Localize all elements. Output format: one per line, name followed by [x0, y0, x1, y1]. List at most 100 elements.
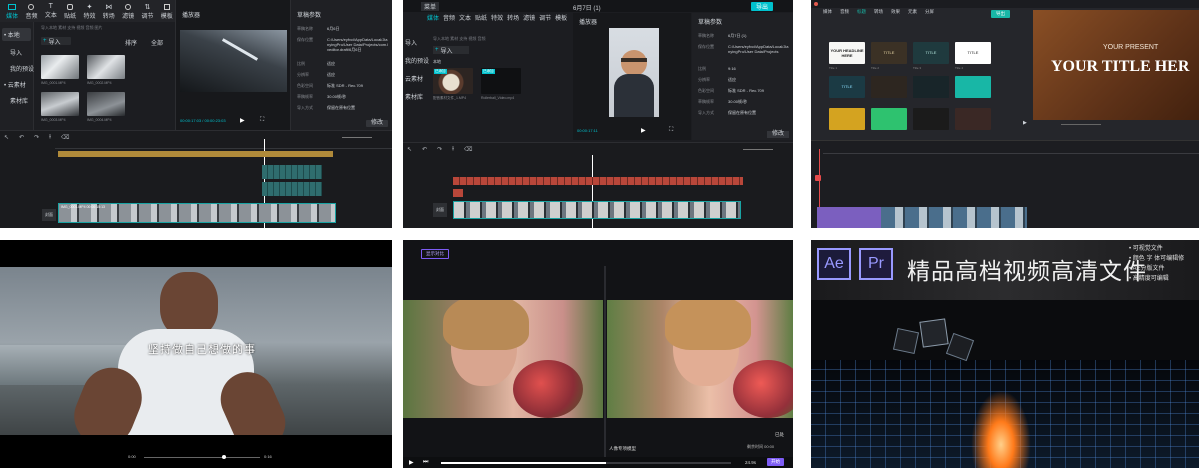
- toolbar-item-adjust[interactable]: 调节: [539, 13, 551, 22]
- sidebar-item-cloud[interactable]: 云素材: [405, 74, 425, 83]
- title-template-12[interactable]: [955, 108, 991, 130]
- toolbar-item-template[interactable]: 模板: [555, 13, 567, 22]
- main-video-track[interactable]: [453, 201, 741, 219]
- redo-icon[interactable]: ↷: [437, 146, 442, 153]
- toolbar-item-media[interactable]: 媒体: [4, 0, 20, 22]
- toolbar-item-effect[interactable]: ✦ 特效: [81, 0, 97, 22]
- record-button[interactable]: [815, 175, 821, 181]
- toolbar-item-split[interactable]: 分屏: [925, 9, 934, 15]
- track-cover[interactable]: 封面: [42, 209, 56, 221]
- next-frame-icon[interactable]: ⏭: [423, 459, 428, 466]
- sort-button[interactable]: 排序: [125, 38, 137, 47]
- export-button[interactable]: 导出: [751, 2, 774, 11]
- media-clip-3[interactable]: [41, 92, 79, 116]
- clip-small-2[interactable]: [262, 182, 322, 196]
- toolbar-item-titles[interactable]: 标题: [857, 9, 866, 15]
- play-icon[interactable]: ▶: [240, 117, 245, 124]
- title-template-5[interactable]: TITLE: [829, 76, 865, 98]
- import-button[interactable]: + 导入: [41, 37, 71, 46]
- title-template-6[interactable]: [871, 76, 907, 98]
- fullscreen-icon[interactable]: ⛶: [669, 127, 673, 134]
- toolbar-item-template[interactable]: 模板: [159, 0, 175, 22]
- toolbar-item-audio[interactable]: 音频: [23, 0, 39, 22]
- clip-gold-track[interactable]: [58, 151, 333, 157]
- media-clip-1[interactable]: [41, 55, 79, 79]
- fullscreen-icon[interactable]: ⛶: [260, 117, 264, 124]
- select-icon[interactable]: ↖: [407, 146, 412, 153]
- toolbar-item-filter[interactable]: 滤镜: [523, 13, 535, 22]
- sidebar-item-library[interactable]: 素材库: [10, 96, 29, 105]
- title-template-11[interactable]: [913, 108, 949, 130]
- redo-icon[interactable]: ↷: [34, 134, 39, 141]
- compare-badge[interactable]: 显示对比: [421, 249, 449, 259]
- title-template-9[interactable]: [829, 108, 865, 130]
- toolbar-item-sticker[interactable]: 贴纸: [62, 0, 78, 22]
- toolbar-item-transition[interactable]: ⋈ 转场: [101, 0, 117, 22]
- timeline-zoom[interactable]: [342, 137, 372, 138]
- export-button[interactable]: 导出: [991, 10, 1010, 18]
- timeline-zoom[interactable]: [743, 149, 773, 150]
- compare-divider[interactable]: [604, 266, 606, 458]
- toolbar-item-media[interactable]: 媒体: [427, 13, 439, 22]
- toolbar-item-sticker[interactable]: 贴纸: [475, 13, 487, 22]
- audio-track-red[interactable]: [453, 177, 743, 185]
- toolbar-item-filter[interactable]: 滤镜: [120, 0, 136, 22]
- modify-button[interactable]: 修改: [767, 131, 789, 138]
- toolbar-item-adjust[interactable]: ⇅ 调节: [139, 0, 155, 22]
- clip-small-1[interactable]: [262, 165, 322, 179]
- purple-clip[interactable]: [817, 207, 881, 228]
- close-dot[interactable]: [814, 2, 818, 6]
- sidebar-item-presets[interactable]: 我的预设: [405, 56, 429, 65]
- toolbar-item-elements[interactable]: 元素: [908, 9, 917, 15]
- delete-icon[interactable]: ⌫: [464, 146, 472, 153]
- delete-icon[interactable]: ⌫: [61, 134, 69, 141]
- menu-button[interactable]: 菜单: [421, 2, 440, 11]
- toolbar-item-audio[interactable]: 音频: [840, 9, 849, 15]
- import-button[interactable]: + 导入: [433, 46, 469, 55]
- play-icon[interactable]: ▶: [1023, 120, 1027, 126]
- filter-button[interactable]: 全部: [151, 38, 163, 47]
- title-template-7[interactable]: [913, 76, 949, 98]
- video-clip[interactable]: [881, 207, 1027, 228]
- undo-icon[interactable]: ↶: [422, 146, 427, 153]
- seek-bar[interactable]: [144, 457, 260, 458]
- play-icon[interactable]: ▶: [409, 459, 414, 466]
- title-template-2[interactable]: TITLE: [871, 42, 907, 64]
- title-template-3[interactable]: TITLE: [913, 42, 949, 64]
- main-video-track[interactable]: IMG_0001.MP4 00:00:15:13: [58, 203, 336, 223]
- play-icon[interactable]: ▶: [641, 127, 646, 134]
- media-hint: 导入本地 素材 支持 视频 音频: [433, 36, 486, 41]
- title-template-1[interactable]: YOUR HEADLINE HERE: [829, 42, 865, 64]
- start-button[interactable]: 开始: [767, 458, 784, 466]
- toolbar-item-text[interactable]: T 文本: [43, 0, 59, 22]
- toolbar-item-transitions[interactable]: 转场: [874, 9, 883, 15]
- toolbar-item-media[interactable]: 媒体: [823, 9, 832, 15]
- modify-button[interactable]: 修改: [366, 120, 388, 127]
- undo-icon[interactable]: ↶: [19, 134, 24, 141]
- sidebar-item-library[interactable]: 素材库: [405, 92, 425, 101]
- split-icon[interactable]: ⫲: [452, 146, 454, 153]
- select-icon[interactable]: ↖: [4, 134, 9, 141]
- split-icon[interactable]: ⫲: [49, 134, 51, 141]
- sidebar-item-cloud[interactable]: • 云素材: [4, 80, 29, 89]
- sidebar-item-local[interactable]: • 本地: [2, 28, 31, 41]
- toolbar-item-effect[interactable]: 特效: [491, 13, 503, 22]
- preview-scrubber[interactable]: [1061, 124, 1101, 125]
- title-template-10[interactable]: [871, 108, 907, 130]
- sidebar-item-import[interactable]: 导入: [405, 38, 425, 47]
- sidebar-item-import[interactable]: 导入: [10, 48, 29, 57]
- toolbar-item-transition[interactable]: 转场: [507, 13, 519, 22]
- audio-track-red-2[interactable]: [453, 189, 463, 197]
- media-clip-4[interactable]: [87, 92, 125, 116]
- sidebar-item-presets[interactable]: 我的预设: [10, 64, 34, 73]
- title-template-8[interactable]: [955, 76, 991, 98]
- toolbar-item-audio[interactable]: 音频: [443, 13, 455, 22]
- media-clip-2[interactable]: [87, 55, 125, 79]
- toolbar-item-text[interactable]: 文本: [459, 13, 471, 22]
- tag-local[interactable]: 本地: [433, 59, 441, 65]
- progress-bar[interactable]: [441, 462, 731, 464]
- title-template-4[interactable]: TITLE: [955, 42, 991, 64]
- toolbar-item-effects[interactable]: 效果: [891, 9, 900, 15]
- seek-handle[interactable]: [222, 455, 226, 459]
- track-cover[interactable]: 封面: [433, 203, 447, 217]
